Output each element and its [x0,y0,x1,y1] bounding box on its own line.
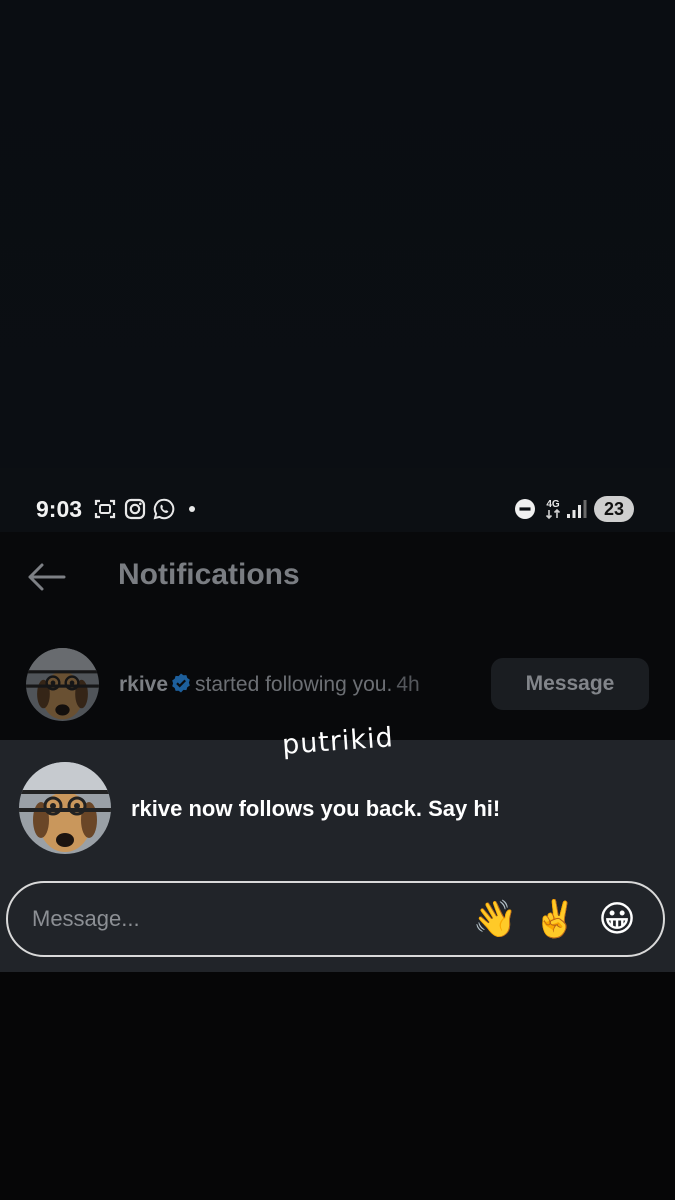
whatsapp-icon [153,498,175,520]
peace-emoji-button[interactable]: ✌️ [532,897,578,943]
avatar[interactable] [26,648,99,721]
status-bar: 9:03 4G 23 [0,468,675,532]
notification-text: rkive started following you. 4h [119,672,420,697]
instagram-icon [124,498,146,520]
smile-emoji-button[interactable]: 😀 [594,897,640,943]
network-label: 4G [546,499,560,510]
do-not-disturb-icon [515,499,535,519]
message-composer: 👋 ✌️ 😀 [6,881,665,957]
notification-username[interactable]: rkive [119,673,168,696]
notification-dot-icon [189,506,195,512]
screenshot-icon [94,499,116,519]
network-4g-icon: 4G [545,499,561,520]
dog-avatar-image [19,762,111,854]
signal-icon [567,500,587,518]
status-time: 9:03 [36,496,83,522]
notification-action: started following you. [195,673,393,696]
verified-badge-icon [172,673,190,693]
wave-emoji-button[interactable]: 👋 [472,897,518,943]
back-arrow-icon[interactable] [26,562,66,592]
notification-time: 4h [396,673,420,696]
message-button[interactable]: Message [491,658,649,710]
app-header: Notifications [0,532,675,616]
follow-back-text: rkive now follows you back. Say hi! [131,796,501,821]
blank-area-top [0,0,675,468]
dog-avatar-image [26,648,99,721]
avatar[interactable] [19,762,111,854]
message-input[interactable] [32,901,452,937]
page-title: Notifications [118,558,300,591]
phone-screen: 9:03 4G 23 Notifications rkive started f… [0,468,675,972]
notification-row[interactable]: rkive started following you. 4h Message [0,616,675,740]
follow-back-panel: rkive now follows you back. Say hi! 👋 ✌️… [0,740,675,972]
battery-level: 23 [594,496,634,522]
blank-area-bottom [0,972,675,1200]
